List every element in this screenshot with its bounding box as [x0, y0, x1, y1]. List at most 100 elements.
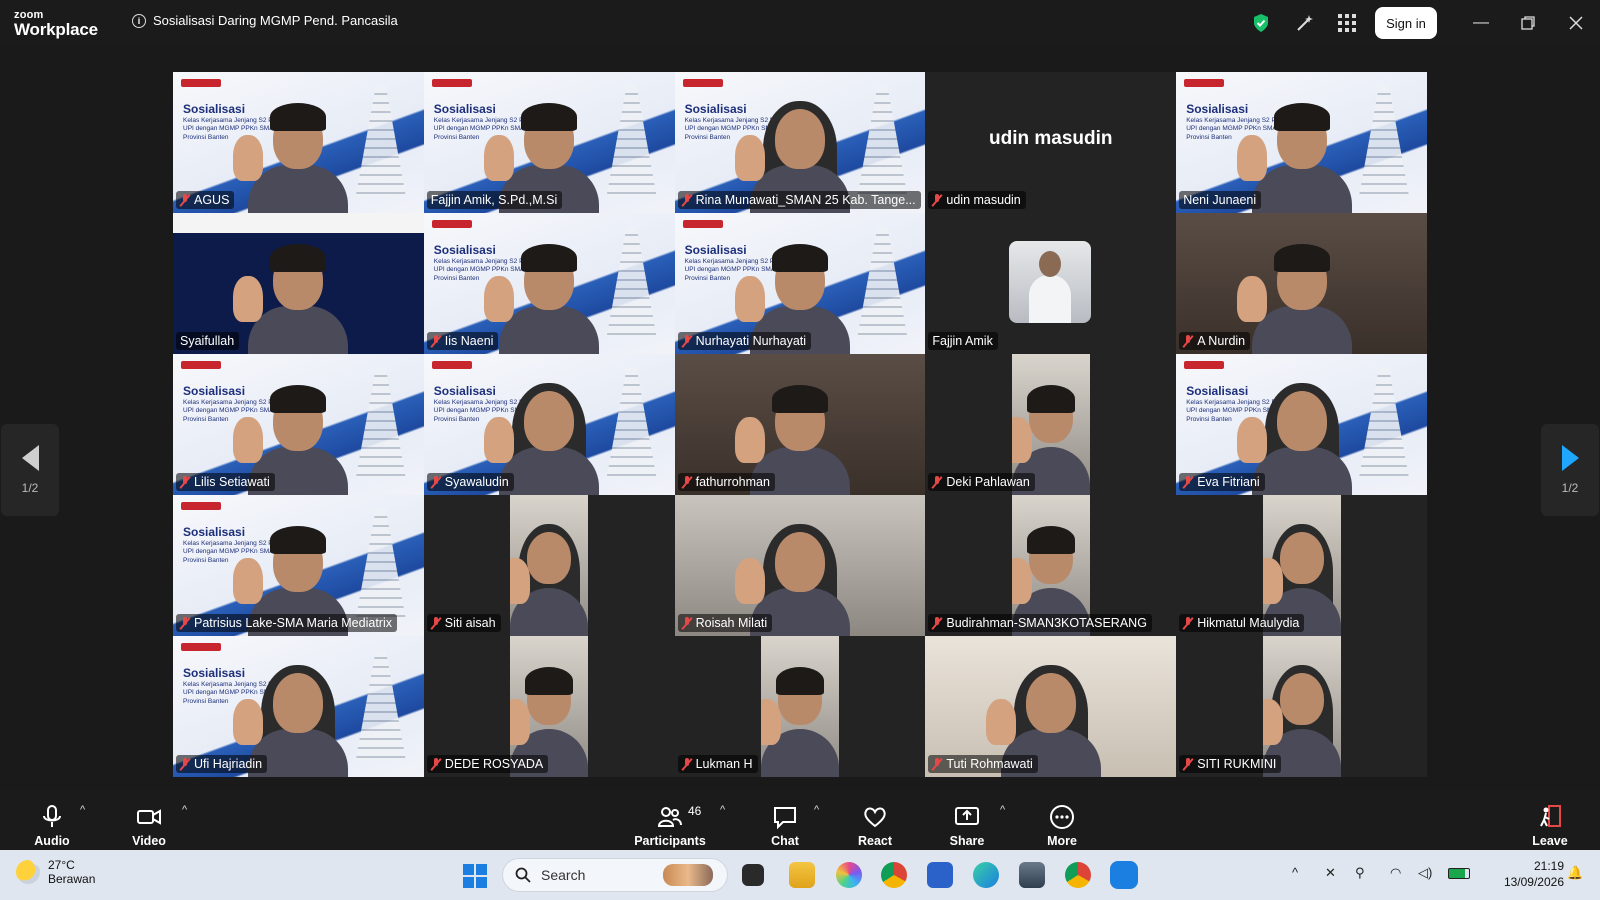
share-screen-icon — [955, 807, 979, 825]
copilot-icon[interactable] — [836, 862, 862, 888]
participant-name: udin masudin — [946, 193, 1021, 207]
video-button[interactable]: Video — [114, 794, 184, 848]
participant-count: 46 — [688, 804, 702, 818]
react-button[interactable]: React — [840, 794, 910, 848]
volume-icon[interactable]: ◁) — [1418, 865, 1432, 881]
participant-tile[interactable]: Siti aisah — [423, 495, 675, 636]
participant-tile[interactable]: Lukman H — [674, 636, 926, 777]
participant-tile[interactable]: Sosialisasi Kelas Kerjasama Jenjang S2 PK… — [173, 354, 424, 495]
shield-icon[interactable] — [1250, 12, 1272, 34]
brand-bottom: Workplace — [14, 20, 98, 39]
search-highlight-image — [663, 864, 713, 886]
participant-tile[interactable]: Sosialisasi Kelas Kerjasama Jenjang S2 PK… — [173, 72, 424, 213]
participant-tile[interactable]: SITI RUKMINI — [1176, 636, 1427, 777]
more-button[interactable]: More — [1027, 794, 1097, 848]
chrome-icon[interactable] — [881, 862, 907, 888]
muted-mic-icon — [682, 475, 692, 489]
participant-tile[interactable]: Syaifullah — [173, 213, 424, 354]
participant-video — [233, 242, 353, 354]
tray-app-icon[interactable]: ✕ — [1325, 865, 1336, 881]
chat-button[interactable]: Chat — [750, 794, 820, 848]
next-page-button[interactable]: 1/2 — [1541, 424, 1599, 516]
muted-mic-icon — [1183, 334, 1193, 348]
participant-tile[interactable]: Roisah Milati — [674, 495, 926, 636]
muted-mic-icon — [932, 193, 942, 207]
participant-tile[interactable]: fathurrohman — [674, 354, 926, 495]
participant-tile[interactable]: Sosialisasi Kelas Kerjasama Jenjang S2 PK… — [674, 72, 926, 213]
zoom-app-icon[interactable] — [1110, 861, 1138, 889]
participants-button[interactable]: Participants — [634, 794, 706, 848]
participants-options-caret[interactable]: ^ — [720, 804, 730, 816]
muted-mic-icon — [180, 616, 190, 630]
participant-tile[interactable]: Sosialisasi Kelas Kerjasama Jenjang S2 PK… — [1176, 354, 1427, 495]
file-explorer-icon[interactable] — [789, 862, 815, 888]
participant-tile[interactable]: Sosialisasi Kelas Kerjasama Jenjang S2 PK… — [423, 213, 675, 354]
leave-button[interactable]: Leave — [1515, 794, 1585, 848]
participant-tile[interactable]: DEDE ROSYADA — [423, 636, 675, 777]
meeting-info[interactable]: i Sosialisasi Daring MGMP Pend. Pancasil… — [132, 13, 398, 28]
prev-page-button[interactable]: 1/2 — [1, 424, 59, 516]
participant-nameplate: Hikmatul Maulydia — [1179, 614, 1305, 632]
task-view-icon[interactable] — [742, 864, 764, 886]
magic-wand-icon[interactable] — [1294, 12, 1316, 34]
tray-overflow-chevron-icon[interactable]: ^ — [1292, 865, 1298, 880]
store-icon[interactable] — [927, 862, 953, 888]
restore-button[interactable] — [1513, 10, 1543, 36]
page-indicator-right: 1/2 — [1561, 481, 1579, 495]
participant-nameplate: Ufi Hajriadin — [176, 755, 268, 773]
chrome-profile-icon[interactable] — [1065, 862, 1091, 888]
participant-nameplate: A Nurdin — [1179, 332, 1251, 350]
participant-tile[interactable]: Budirahman-SMAN3KOTASERANG — [925, 495, 1177, 636]
clock[interactable]: 21:19 13/09/2026 — [1484, 858, 1564, 890]
participant-tile[interactable]: A Nurdin — [1176, 213, 1427, 354]
portrait-video — [760, 636, 839, 777]
windows-start-icon[interactable] — [463, 864, 487, 888]
share-button[interactable]: Share — [932, 794, 1002, 848]
participant-name: Nurhayati Nurhayati — [695, 334, 807, 348]
minimize-button[interactable]: — — [1466, 10, 1496, 36]
participant-nameplate: Syaifullah — [176, 332, 240, 350]
sign-in-button[interactable]: Sign in — [1375, 7, 1437, 39]
participant-name: Lukman H — [695, 757, 753, 771]
participant-tile[interactable]: udin masudin udin masudin — [925, 72, 1177, 213]
participant-tile[interactable]: Tuti Rohmawati — [925, 636, 1177, 777]
muted-mic-icon — [1183, 475, 1193, 489]
weather-widget[interactable]: 27°C Berawan — [16, 858, 95, 886]
apps-grid-icon[interactable] — [1336, 12, 1358, 34]
participants-label: Participants — [634, 834, 706, 848]
edge-icon[interactable] — [973, 862, 999, 888]
audio-options-caret[interactable]: ^ — [80, 804, 90, 816]
close-button[interactable] — [1561, 10, 1591, 36]
tray-location-icon[interactable]: ⚲ — [1355, 865, 1365, 881]
wifi-icon[interactable]: ◠ — [1390, 865, 1401, 881]
participant-tile[interactable]: Sosialisasi Kelas Kerjasama Jenjang S2 PK… — [173, 636, 424, 777]
taskbar-search[interactable]: Search — [502, 858, 728, 892]
info-icon[interactable]: i — [132, 13, 146, 28]
share-options-caret[interactable]: ^ — [1000, 804, 1010, 816]
participant-nameplate: Rina Munawati_SMAN 25 Kab. Tange... — [677, 191, 921, 209]
audio-button[interactable]: Audio — [17, 794, 87, 848]
more-label: More — [1047, 834, 1077, 848]
video-label: Video — [132, 834, 166, 848]
app-window-icon[interactable] — [1019, 862, 1045, 888]
chat-options-caret[interactable]: ^ — [814, 804, 824, 816]
participant-video — [760, 665, 839, 777]
participant-tile[interactable]: Hikmatul Maulydia — [1176, 495, 1427, 636]
participant-tile[interactable]: Sosialisasi Kelas Kerjasama Jenjang S2 PK… — [423, 354, 675, 495]
muted-mic-icon — [1183, 616, 1193, 630]
video-options-caret[interactable]: ^ — [182, 804, 192, 816]
chevron-left-icon — [21, 445, 39, 471]
participant-name: AGUS — [194, 193, 230, 207]
notification-bell-icon[interactable]: 🔔 — [1567, 865, 1583, 881]
muted-mic-icon — [682, 757, 692, 771]
participant-tile[interactable]: Fajjin Amik — [925, 213, 1177, 354]
participant-tile[interactable]: Deki Pahlawan — [925, 354, 1177, 495]
title-bar: zoom Workplace i Sosialisasi Daring MGMP… — [0, 0, 1600, 46]
participant-tile[interactable]: Sosialisasi Kelas Kerjasama Jenjang S2 PK… — [1176, 72, 1427, 213]
participant-video — [1236, 242, 1357, 354]
participant-tile[interactable]: Sosialisasi Kelas Kerjasama Jenjang S2 PK… — [423, 72, 675, 213]
muted-mic-icon — [431, 334, 441, 348]
participant-tile[interactable]: Sosialisasi Kelas Kerjasama Jenjang S2 PK… — [173, 495, 424, 636]
battery-icon[interactable] — [1448, 868, 1470, 879]
participant-tile[interactable]: Sosialisasi Kelas Kerjasama Jenjang S2 PK… — [674, 213, 926, 354]
